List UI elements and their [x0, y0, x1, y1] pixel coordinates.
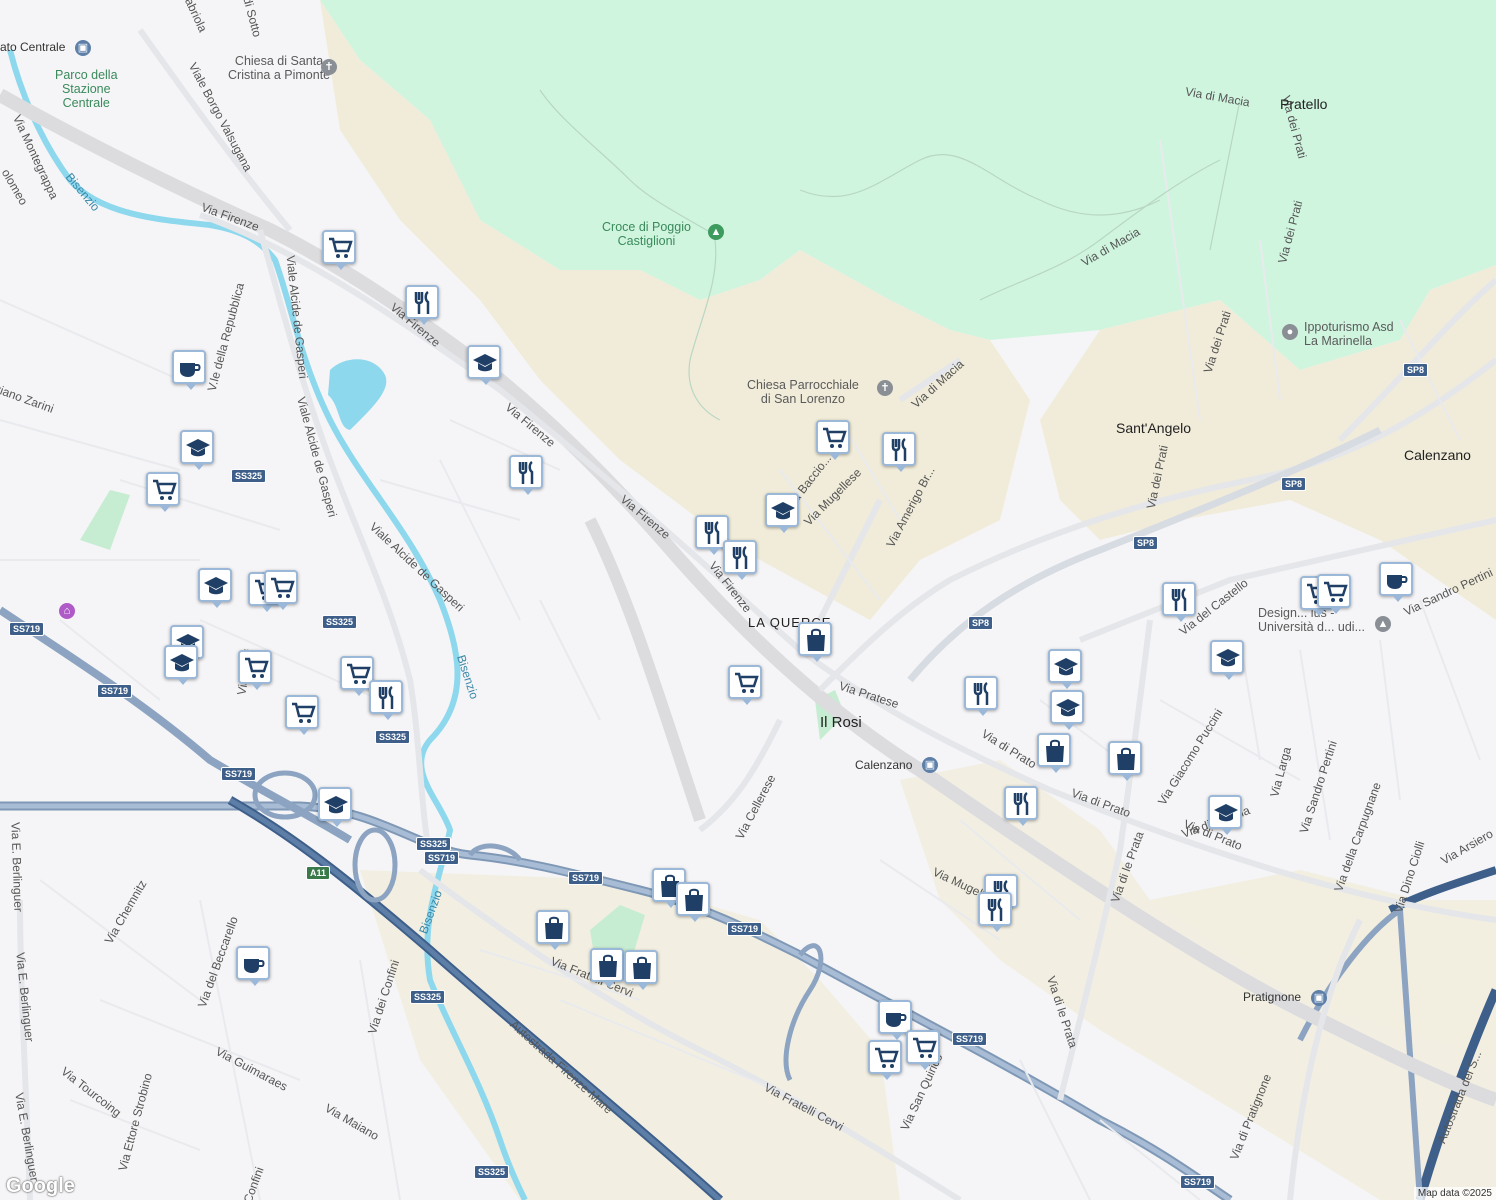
place-label: Calenzano: [1404, 447, 1471, 463]
grocery-marker[interactable]: [285, 695, 319, 735]
route-shield: SP8: [1281, 477, 1307, 491]
shopping-bag-marker[interactable]: [624, 950, 658, 990]
restaurant-marker[interactable]: [1004, 786, 1038, 826]
poi-icon[interactable]: ●: [1282, 324, 1298, 340]
route-shield: SS719: [1180, 1175, 1216, 1189]
route-shield: SP8: [1403, 363, 1429, 377]
grocery-marker[interactable]: [238, 650, 272, 690]
school-marker[interactable]: [765, 493, 799, 533]
grocery-marker[interactable]: [816, 420, 850, 460]
poi-label-ippoturismo: Ippoturismo Asd La Marinella: [1304, 320, 1394, 348]
school-marker[interactable]: [1210, 640, 1244, 680]
route-shield: SS325: [322, 615, 358, 629]
restaurant-marker[interactable]: [882, 432, 916, 472]
restaurant-marker[interactable]: [723, 540, 757, 580]
school-marker[interactable]: [180, 430, 214, 470]
route-shield: SS719: [221, 767, 257, 781]
church-icon[interactable]: ✝: [877, 380, 893, 396]
restaurant-marker[interactable]: [978, 892, 1012, 932]
station-label: Pratignone: [1243, 990, 1302, 1004]
shopping-bag-marker[interactable]: [590, 948, 624, 988]
church-icon[interactable]: ✝: [321, 59, 337, 75]
restaurant-marker[interactable]: [509, 455, 543, 495]
university-icon[interactable]: ▲: [1375, 616, 1391, 632]
route-shield: SS325: [375, 730, 411, 744]
grocery-marker[interactable]: [322, 230, 356, 270]
tree-icon[interactable]: ▲: [708, 224, 724, 240]
shopping-bag-marker[interactable]: [798, 622, 832, 662]
school-marker[interactable]: [467, 345, 501, 385]
poi-label-parco: Parco della Stazione Centrale: [55, 68, 118, 110]
cafe-marker[interactable]: [878, 1000, 912, 1040]
grocery-marker[interactable]: [1317, 574, 1351, 614]
museum-icon[interactable]: ⌂: [59, 603, 75, 619]
poi-label-chiesa-santa-cristina: Chiesa di Santa Cristina a Pimonte: [228, 54, 331, 82]
station-label: ato Centrale: [0, 40, 66, 54]
route-shield: SS325: [231, 469, 267, 483]
school-marker[interactable]: [164, 645, 198, 685]
poi-label-chiesa-san-lorenzo: Chiesa Parrocchiale di San Lorenzo: [747, 378, 859, 406]
map-canvas[interactable]: SS325 SS325 SS325 SS325 SS325 SS325 SS71…: [0, 0, 1496, 1200]
route-shield: SS325: [416, 837, 452, 851]
route-shield: SS719: [952, 1032, 988, 1046]
cafe-marker[interactable]: [236, 946, 270, 986]
place-label: Il Rosi: [820, 714, 862, 731]
google-logo: Google: [6, 1175, 75, 1197]
shopping-bag-marker[interactable]: [1108, 741, 1142, 781]
grocery-marker[interactable]: [264, 570, 298, 610]
cafe-marker[interactable]: [172, 350, 206, 390]
restaurant-marker[interactable]: [405, 285, 439, 325]
restaurant-marker[interactable]: [1162, 582, 1196, 622]
poi-label-design-campus: Design... lus - Università d... udi...: [1258, 606, 1365, 634]
poi-label-croce: Croce di Poggio Castiglioni: [602, 220, 691, 248]
train-station-icon[interactable]: ▣: [1311, 990, 1327, 1006]
school-marker[interactable]: [1050, 690, 1084, 730]
school-marker[interactable]: [198, 568, 232, 608]
route-shield: A11: [306, 866, 331, 880]
school-marker[interactable]: [1048, 649, 1082, 689]
school-marker[interactable]: [318, 787, 352, 827]
route-shield: SS719: [727, 922, 763, 936]
grocery-marker[interactable]: [906, 1030, 940, 1070]
train-station-icon[interactable]: ▣: [75, 40, 91, 56]
shopping-bag-marker[interactable]: [676, 882, 710, 922]
restaurant-marker[interactable]: [964, 676, 998, 716]
school-marker[interactable]: [1208, 795, 1242, 835]
grocery-marker[interactable]: [146, 472, 180, 512]
train-station-icon[interactable]: ▣: [922, 757, 938, 773]
route-shield: SS719: [424, 851, 460, 865]
shopping-bag-marker[interactable]: [1037, 733, 1071, 773]
route-shield: SS325: [410, 990, 446, 1004]
cafe-marker[interactable]: [1379, 562, 1413, 602]
route-shield: SS719: [9, 622, 45, 636]
grocery-marker[interactable]: [868, 1040, 902, 1080]
restaurant-marker[interactable]: [369, 680, 403, 720]
place-label: Pratello: [1280, 96, 1328, 112]
map-attribution[interactable]: Map data ©2025: [1413, 1187, 1496, 1200]
grocery-marker[interactable]: [728, 665, 762, 705]
shopping-bag-marker[interactable]: [536, 910, 570, 950]
route-shield: SS719: [97, 684, 133, 698]
route-shield: SS325: [474, 1165, 510, 1179]
route-shield: SP8: [968, 616, 994, 630]
place-label: Sant'Angelo: [1116, 420, 1192, 436]
route-shield: SS719: [568, 871, 604, 885]
route-shield: SP8: [1133, 536, 1159, 550]
station-label: Calenzano: [855, 758, 913, 772]
